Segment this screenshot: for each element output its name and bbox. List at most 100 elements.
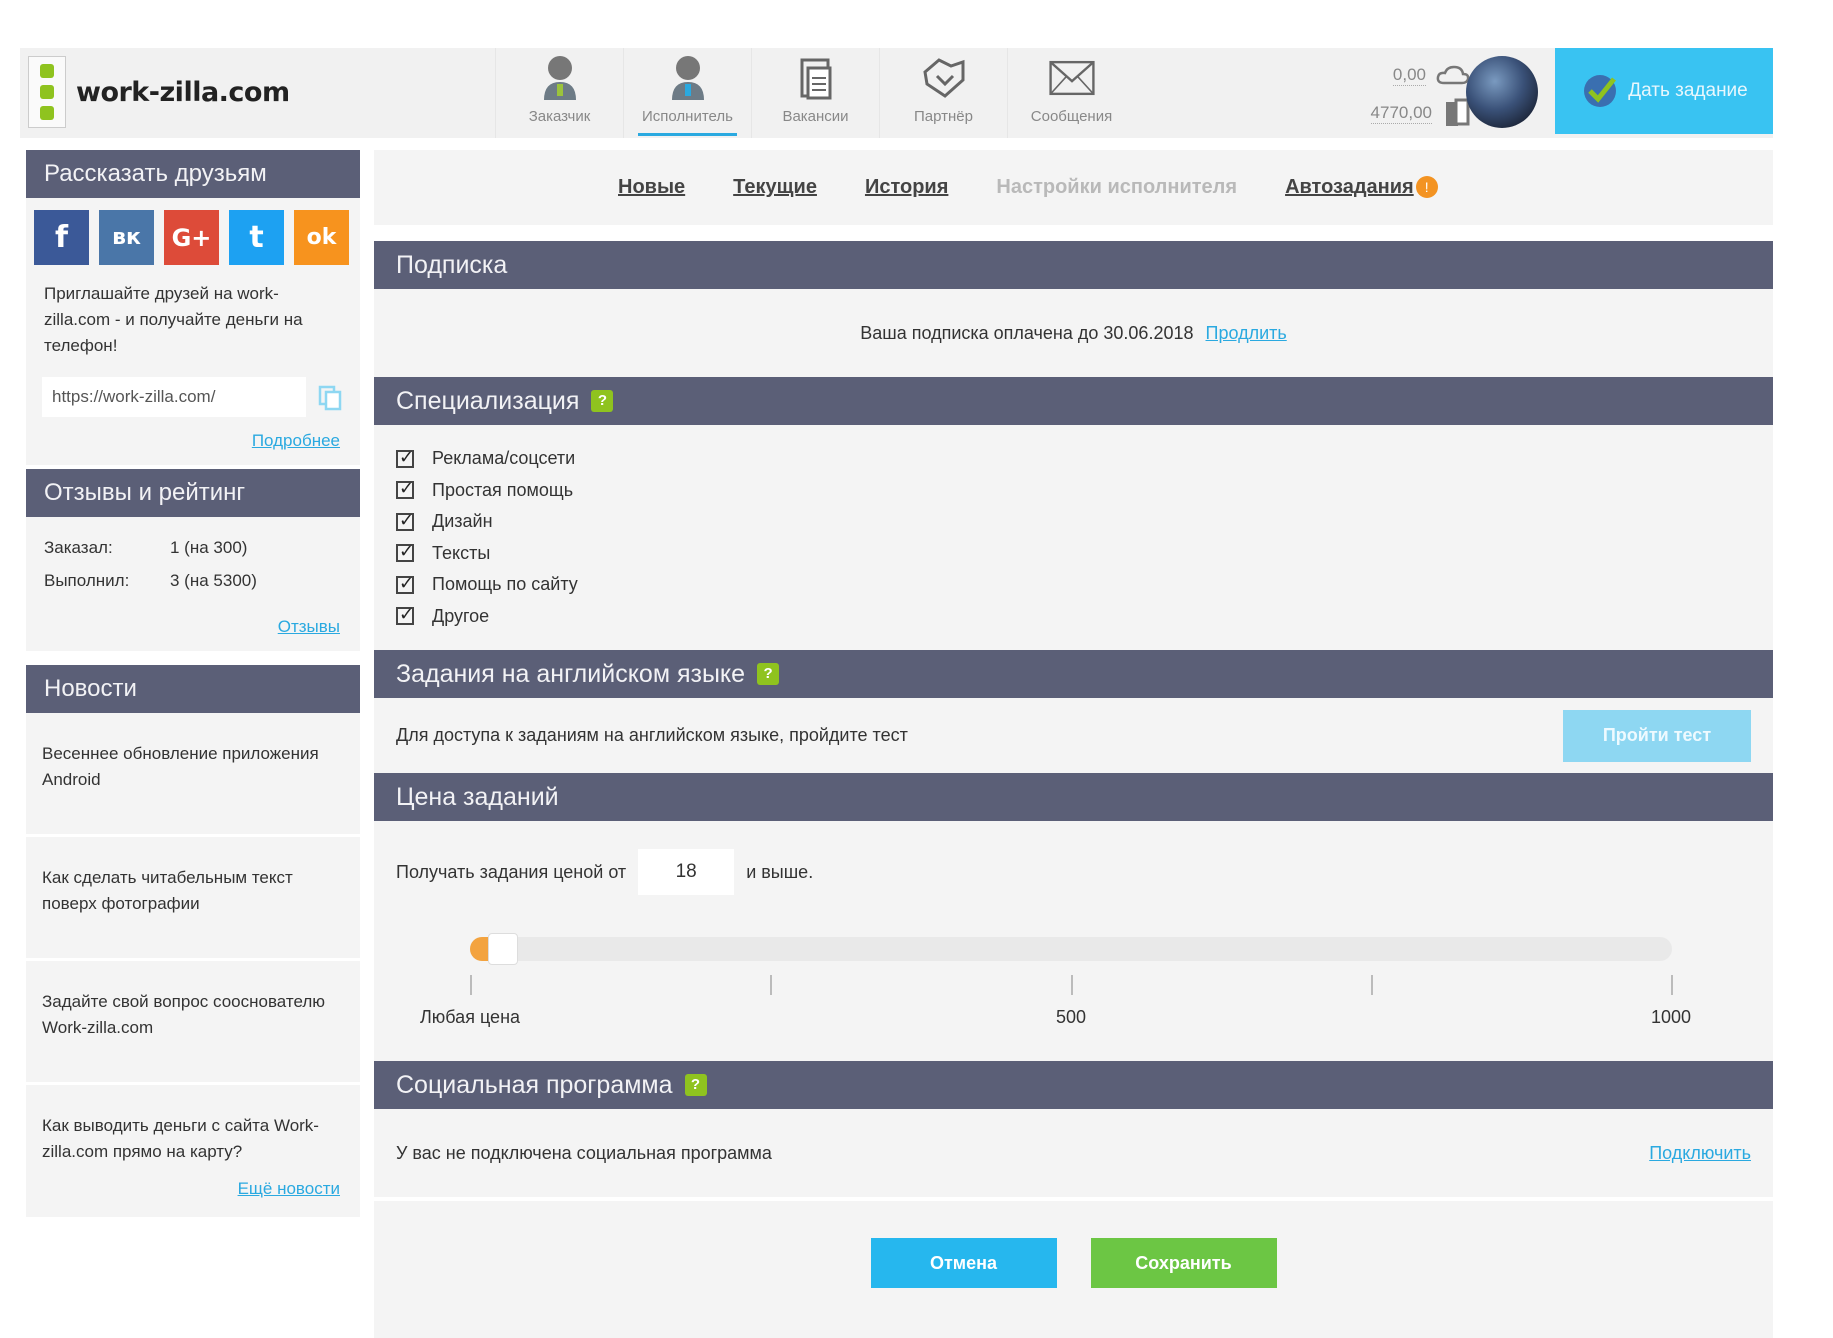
tab-auto-wrap[interactable]: Автозадания! (1285, 176, 1438, 199)
help-icon[interactable]: ? (684, 1074, 707, 1096)
share-title: Рассказать друзьям (26, 150, 360, 198)
nav-item-executor[interactable]: Исполнитель (623, 48, 751, 138)
subscription-header: Подписка (374, 241, 1773, 289)
specialization-title: Специализация (396, 387, 580, 415)
specialization-list: Реклама/соцсети Простая помощь Дизайн Те… (374, 425, 1773, 650)
slider-tick (1371, 975, 1373, 995)
social-program-header: Социальная программа ? (374, 1061, 1773, 1109)
tab-settings[interactable]: Настройки исполнителя (996, 176, 1237, 199)
nav-item-vacancies[interactable]: Вакансии (751, 48, 879, 138)
extend-link[interactable]: Продлить (1206, 323, 1287, 344)
help-icon[interactable]: ? (591, 390, 614, 412)
balance-main-value: 0,00 (1392, 64, 1426, 86)
balance-secondary-value: 4770,00 (1370, 102, 1432, 124)
price-input[interactable] (638, 849, 735, 895)
invite-url: https://work-zilla.com/ (52, 387, 216, 406)
price-label-before: Получать задания ценой от (396, 861, 627, 882)
social-buttons: f вк G+ t ok (26, 198, 360, 277)
nav-label: Вакансии (782, 108, 849, 125)
checkbox-checked-icon[interactable] (396, 481, 414, 500)
tick-label-min: Любая цена (419, 1007, 521, 1027)
english-text: Для доступа к заданиям на английском язы… (396, 725, 908, 745)
social-program-title: Социальная программа (396, 1071, 673, 1099)
sidebar: Рассказать друзьям f вк G+ t ok Приглаша… (26, 150, 360, 1217)
copy-icon[interactable] (318, 385, 342, 411)
news-item[interactable]: Весеннее обновление приложения Android (26, 713, 360, 837)
tab-auto: Автозадания (1285, 176, 1414, 198)
cancel-button[interactable]: Отмена (870, 1238, 1057, 1288)
main-nav: Заказчик Исполнитель Вакансии Партнёр Со… (495, 48, 1135, 138)
google-plus-icon[interactable]: G+ (164, 210, 219, 265)
price-title: Цена заданий (396, 783, 559, 811)
subscription-body: Ваша подписка оплачена до 30.06.2018 Про… (374, 289, 1773, 377)
news-item[interactable]: Как выводить деньги с сайта Work-zilla.c… (26, 1085, 360, 1169)
social-program-text: У вас не подключена социальная программа (396, 1142, 772, 1163)
checkbox-checked-icon[interactable] (396, 544, 414, 563)
checkbox-checked-icon[interactable] (396, 607, 414, 626)
balance-main-row[interactable]: 0,00 (1320, 56, 1470, 94)
slider-tick (770, 975, 772, 995)
cloud-icon (1436, 65, 1470, 85)
price-header: Цена заданий (374, 773, 1773, 821)
partner-icon (921, 54, 967, 102)
specialization-item[interactable]: Дизайн (396, 506, 1751, 538)
nav-item-messages[interactable]: Сообщения (1007, 48, 1135, 138)
stat-label: Выполнил: (44, 571, 130, 590)
price-body: Получать задания ценой от и выше. Любая … (374, 821, 1773, 1061)
price-slider[interactable] (470, 933, 1672, 965)
specialization-item[interactable]: Другое (396, 601, 1751, 633)
tab-history[interactable]: История (865, 176, 948, 199)
nav-label: Исполнитель (642, 108, 733, 125)
more-news-link[interactable]: Ещё новости (26, 1169, 360, 1217)
stat-value: 3 (на 5300) (170, 571, 257, 590)
reviews-link[interactable]: Отзывы (26, 597, 360, 651)
help-icon[interactable]: ? (757, 663, 780, 685)
specialization-header: Специализация ? (374, 377, 1773, 425)
more-link[interactable]: Подробнее (26, 417, 360, 465)
specialization-label: Реклама/соцсети (432, 448, 576, 469)
checkbox-checked-icon[interactable] (396, 575, 414, 594)
alert-badge-icon: ! (1415, 176, 1438, 198)
english-title: Задания на английском языке (396, 660, 746, 688)
specialization-item[interactable]: Реклама/соцсети (396, 443, 1751, 475)
vk-icon[interactable]: вк (99, 210, 154, 265)
social-program-body: У вас не подключена социальная программа… (374, 1109, 1773, 1197)
english-body: Для доступа к заданиям на английском язы… (374, 698, 1773, 773)
news-item[interactable]: Задайте свой вопрос сооснователю Work-zi… (26, 961, 360, 1085)
english-header: Задания на английском языке ? (374, 650, 1773, 698)
tick-label-mid: 500 (1055, 1007, 1087, 1027)
specialization-item[interactable]: Простая помощь (396, 475, 1751, 507)
nav-item-client[interactable]: Заказчик (495, 48, 623, 138)
news-title: Новости (26, 665, 360, 713)
news-item[interactable]: Как сделать читабельным текст поверх фот… (26, 837, 360, 961)
invite-url-field[interactable]: https://work-zilla.com/ (42, 377, 342, 417)
balance-secondary-row[interactable]: 4770,00 (1320, 94, 1470, 132)
reviews-title: Отзывы и рейтинг (26, 469, 360, 517)
twitter-icon[interactable]: t (229, 210, 284, 265)
tab-current[interactable]: Текущие (733, 176, 817, 199)
share-block: f вк G+ t ok Приглашайте друзей на work-… (26, 198, 360, 465)
news-block: Весеннее обновление приложения Android К… (26, 713, 360, 1217)
nav-item-partner[interactable]: Партнёр (879, 48, 1007, 138)
tick-label-max: 1000 (1650, 1007, 1692, 1027)
checkbox-checked-icon[interactable] (396, 512, 414, 531)
specialization-item[interactable]: Помощь по сайту (396, 569, 1751, 601)
specialization-label: Другое (432, 605, 490, 626)
avatar[interactable] (1466, 56, 1538, 128)
subscription-title: Подписка (396, 251, 508, 279)
client-icon (537, 54, 583, 102)
checkbox-checked-icon[interactable] (396, 449, 414, 468)
take-test-button[interactable]: Пройти тест (1563, 709, 1751, 762)
save-button[interactable]: Сохранить (1090, 1238, 1277, 1288)
connect-link[interactable]: Подключить (1649, 1143, 1751, 1164)
price-slider-handle[interactable] (487, 933, 518, 965)
give-task-button[interactable]: Дать задание (1555, 48, 1773, 134)
coins-icon (1446, 98, 1470, 126)
odnoklassniki-icon[interactable]: ok (294, 210, 349, 265)
logo[interactable]: work-zilla.com (28, 54, 328, 130)
specialization-item[interactable]: Тексты (396, 538, 1751, 570)
facebook-icon[interactable]: f (34, 210, 89, 265)
give-task-label: Дать задание (1628, 80, 1748, 101)
top-header: work-zilla.com Заказчик Исполнитель Вака… (20, 48, 1773, 138)
tab-new[interactable]: Новые (618, 176, 685, 199)
